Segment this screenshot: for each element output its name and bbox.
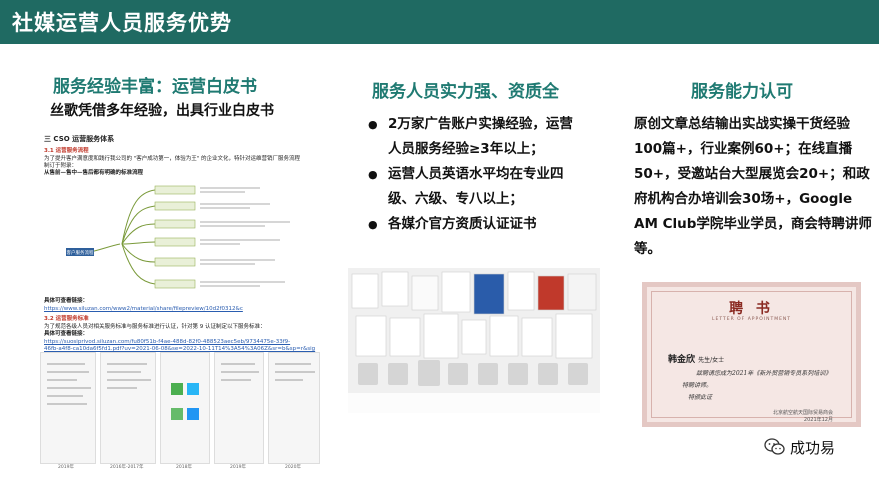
certificate-text: 特颁此证 [688,394,713,401]
wechat-icon [764,438,785,455]
page-title: 社媒运营人员服务优势 [12,11,232,35]
certificate-text: 兹聘请您成为2021年《新外贸营销专员系列培训》 [696,370,832,377]
certificate-subheading: LETTER OF APPOINTMENT [711,317,792,322]
capability-line: 50+，受邀站台大型展览会20+；和政 [634,166,870,182]
qualification-item: 运营人员英语水平均在专业四级、六级、专八以上； [368,162,578,212]
middle-column-title: 服务人员实力强、资质全 [372,82,559,102]
capability-paragraph: 原创文章总结输出实战实操干货经验 100篇+，行业案例60+；在线直播 50+，… [634,112,872,262]
whitepaper-thumbnail [214,352,264,464]
service-flow-mindmap: 客户服务流程 [66,185,290,289]
wechat-account-name: 成功易 [790,439,836,457]
thumbnail-year: 2019年 [58,465,74,470]
capability-line: AM Club学院毕业学员，商会特聘讲师 [634,216,872,232]
certificate-text: 特聘讲师。 [682,382,713,389]
recipient-name: 韩金欣 [668,355,696,365]
header-bar: 社媒运营人员服务优势 [0,0,879,44]
whitepaper-thumbnail [268,352,320,464]
wechat-watermark: 成功易 [764,437,879,459]
recipient-title: 先生/女士 [698,357,725,364]
qualification-list: 2万家广告账户实操经验，运营人员服务经验≥3年以上； 运营人员英语水平均在专业四… [368,112,578,237]
appointment-certificate: 聘 书 LETTER OF APPOINTMENT 韩金欣 先生/女士 兹聘请您… [642,282,861,427]
thumbnail-year: 2020年 [285,465,301,470]
whitepaper-thumbnail [100,352,156,464]
whitepaper-thumbnails: 2019年 2016年-2017年 2018年 2019年 2020年 [40,352,322,472]
doc-paragraph: 为了规范各级人员对相关服务标准与服务标准进行认证，针对第 9 认证制定以下服务标… [44,324,266,330]
capability-line: 原创文章总结输出实战实操干货经验 [634,116,850,132]
doc-paragraph: 从售前—售中—售后都有明确的标准流程 [44,170,144,176]
doc-subsection-32: 3.2 运营服务标准 [44,316,89,322]
doc-link-label: 具体可查看链接： [44,298,89,304]
thumbnail-year: 2016年-2017年 [110,465,144,470]
thumbnail-year: 2019年 [230,465,246,470]
doc-paragraph: 制订于附录： [44,163,78,169]
certificate-issuer: 北京航空航天国际贸易商会 2021年12月 [773,410,833,424]
mindmap-center-label: 客户服务流程 [67,249,94,256]
capability-line: 100篇+，行业案例60+；在线直播 [634,141,853,157]
doc-section-heading: 三 CSO 运营服务体系 [44,135,115,143]
thumbnail-year: 2018年 [176,465,192,470]
doc-link[interactable]: https://suosiprivod.siluzan.com/fu80f51b… [44,339,290,346]
whitepaper-thumbnail [40,352,96,464]
qualification-item: 各媒介官方资质认证证书 [368,212,578,237]
doc-link[interactable]: https://www.siluzan.com/www2/material/sh… [44,306,243,313]
issuer-name: 北京航空航天国际贸易商会 [772,410,833,416]
left-column-title: 服务经验丰富：运营白皮书 [53,77,257,97]
qualification-item: 2万家广告账户实操经验，运营人员服务经验≥3年以上； [368,112,578,162]
certificate-recipient: 韩金欣 先生/女士 [668,352,724,365]
whitepaper-thumbnail [160,352,210,464]
doc-link-label: 具体可查看链接： [44,331,89,337]
certificates-collage [348,268,600,413]
capability-line: 府机构合办培训会30场+，Google [634,191,853,207]
issue-date: 2021年12月 [803,417,833,423]
whitepaper-document: 三 CSO 运营服务体系 3.1 运营服务流程 为了提升客户满意度和践行我公司的… [40,130,322,475]
doc-subsection-31: 3.1 运营服务流程 [44,148,89,154]
right-column-title: 服务能力认可 [691,82,793,102]
doc-paragraph: 为了提升客户满意度和践行我公司的 "客户成功第一，体验为王" 的企业文化，特针对… [44,156,301,162]
certificate-heading: 聘 书 [729,301,774,317]
left-column-subtitle: 丝歌凭借多年经验，出具行业白皮书 [50,103,274,119]
capability-line: 等。 [634,241,661,257]
